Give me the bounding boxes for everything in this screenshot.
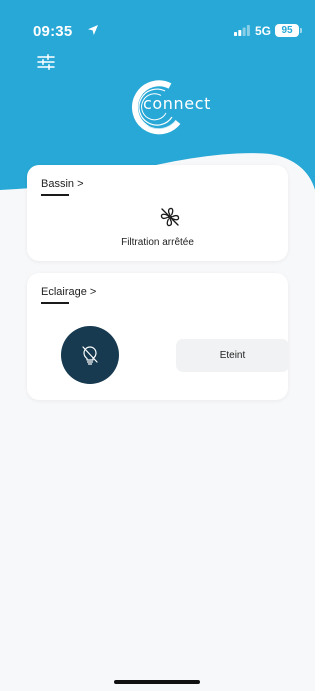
- signal-bars-icon: [234, 25, 250, 36]
- eclairage-title-underline: [41, 302, 69, 304]
- location-arrow-icon: [88, 25, 98, 35]
- eclairage-title-link[interactable]: Eclairage >: [41, 286, 96, 298]
- status-time: 09:35: [33, 23, 73, 40]
- battery-level: 95: [275, 24, 299, 37]
- battery-cap: [300, 28, 302, 33]
- bassin-card: Bassin > Filtration arrêtée: [27, 165, 288, 261]
- fan-off-icon: [160, 207, 180, 227]
- light-toggle-button[interactable]: [61, 326, 119, 384]
- status-bar: 09:35 5G 95: [0, 0, 315, 44]
- bassin-title-link[interactable]: Bassin >: [41, 178, 84, 190]
- light-state-button[interactable]: Eteint: [176, 339, 289, 372]
- bulb-off-icon: [82, 346, 98, 365]
- logo-text: connect: [143, 94, 211, 113]
- eclairage-card: Eclairage > Eteint: [27, 273, 289, 400]
- home-indicator[interactable]: [114, 680, 200, 684]
- bassin-title-underline: [41, 194, 69, 196]
- network-type: 5G: [255, 24, 272, 38]
- filtration-status: Filtration arrêtée: [121, 237, 194, 248]
- sliders-icon[interactable]: [37, 54, 55, 70]
- app-screen: 09:35 5G 95 connect Bassin > Filtration …: [0, 0, 315, 691]
